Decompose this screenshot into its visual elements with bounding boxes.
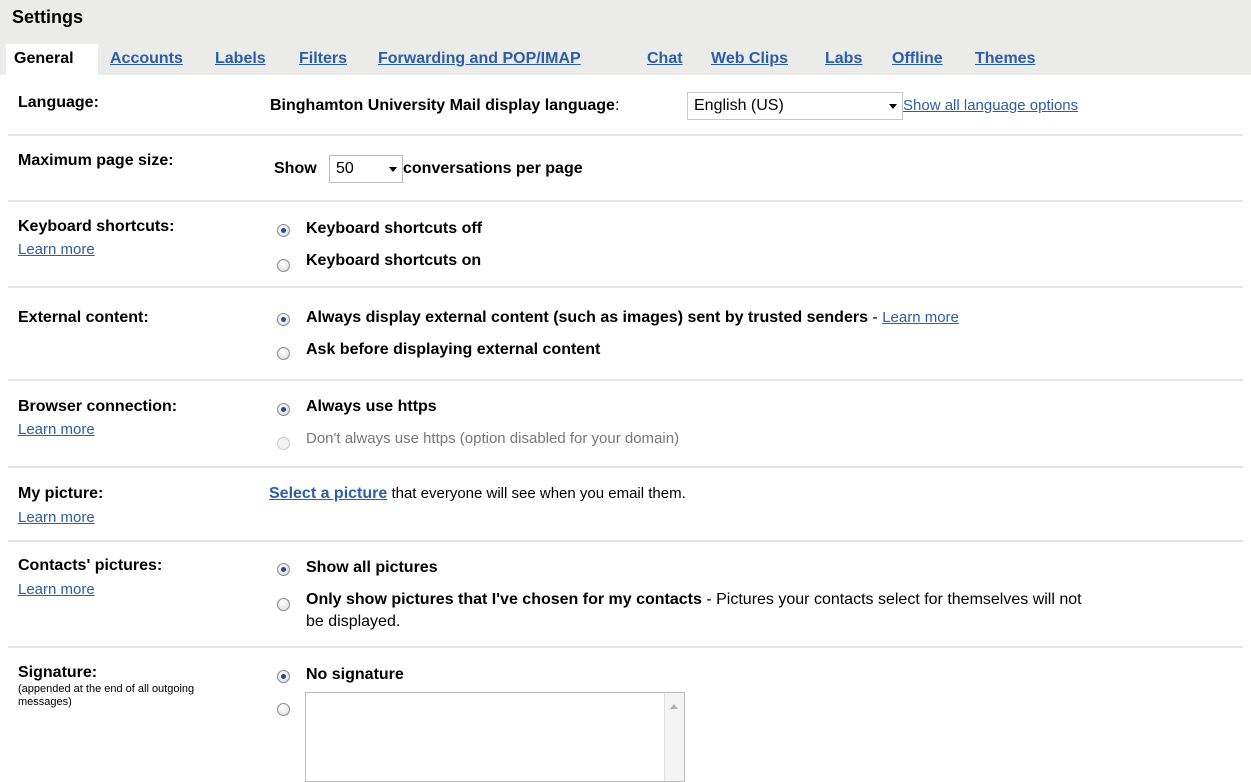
tab-labs[interactable]: Labs [825, 44, 862, 75]
language-select[interactable]: English (US) [687, 92, 903, 120]
show-all-language-options-link[interactable]: Show all language options [903, 97, 1078, 114]
browser-connection-row: Browser connection: Learn more Always us… [8, 381, 1243, 468]
tab-general[interactable]: General [6, 44, 98, 75]
no-signature-radio[interactable] [277, 670, 290, 683]
keyboard-learn-more-link[interactable]: Learn more [18, 241, 95, 258]
tab-labels[interactable]: Labels [215, 44, 266, 75]
external-always-label: Always display external content (such as… [306, 309, 959, 326]
keyboard-shortcuts-row: Keyboard shortcuts: Learn more Keyboard … [8, 202, 1243, 288]
always-https-radio[interactable] [277, 403, 290, 416]
keyboard-shortcuts-on-radio[interactable] [277, 259, 290, 272]
no-https-radio [277, 437, 290, 450]
show-text: Show [274, 160, 317, 177]
contacts-learn-more-link[interactable]: Learn more [18, 581, 95, 598]
conversations-per-page-text: conversations per page [403, 160, 583, 177]
browser-learn-more-link[interactable]: Learn more [18, 421, 95, 438]
external-always-radio[interactable] [277, 313, 290, 326]
keyboard-shortcuts-label: Keyboard shortcuts: [18, 218, 175, 235]
select-picture-link[interactable]: Select a picture [269, 485, 387, 502]
contacts-pictures-row: Contacts' pictures: Learn more Show all … [8, 542, 1243, 648]
show-all-pictures-label: Show all pictures [306, 559, 438, 576]
select-picture-text: Select a picture that everyone will see … [269, 485, 686, 502]
tab-accounts[interactable]: Accounts [110, 44, 183, 75]
tab-offline[interactable]: Offline [892, 44, 943, 75]
chosen-pictures-label: Only show pictures that I've chosen for … [306, 591, 1082, 608]
custom-signature-radio[interactable] [277, 703, 290, 716]
my-picture-label: My picture: [18, 485, 104, 502]
external-ask-radio[interactable] [277, 347, 290, 360]
keyboard-shortcuts-off-radio[interactable] [277, 224, 290, 237]
page-size-label: Maximum page size: [18, 152, 174, 169]
tab-filters[interactable]: Filters [299, 44, 347, 75]
chevron-down-icon [889, 104, 897, 109]
browser-connection-label: Browser connection: [18, 398, 178, 415]
keyboard-shortcuts-off-label: Keyboard shortcuts off [306, 220, 483, 237]
always-https-label: Always use https [306, 398, 437, 415]
my-picture-row: My picture: Learn more Select a picture … [8, 468, 1243, 542]
external-learn-more-link[interactable]: Learn more [882, 309, 959, 326]
language-label: Language: [18, 94, 99, 111]
tab-themes[interactable]: Themes [975, 44, 1035, 75]
external-content-label: External content: [18, 309, 149, 326]
tab-web-clips[interactable]: Web Clips [711, 44, 788, 75]
external-content-row: External content: Always display externa… [8, 288, 1243, 381]
settings-header: Settings General Accounts Labels Filters… [0, 0, 1251, 75]
no-https-label: Don't always use https (option disabled … [306, 430, 680, 447]
signature-row: Signature: (appended at the end of all o… [8, 648, 1243, 782]
keyboard-shortcuts-on-label: Keyboard shortcuts on [306, 252, 482, 269]
no-signature-label: No signature [306, 666, 404, 683]
settings-tabs: General Accounts Labels Filters Forwardi… [0, 44, 1251, 75]
contacts-pictures-label: Contacts' pictures: [18, 557, 163, 574]
signature-sublabel: (appended at the end of all outgoing mes… [18, 683, 195, 708]
picture-learn-more-link[interactable]: Learn more [18, 509, 95, 526]
language-row: Language: Binghamton University Mail dis… [8, 75, 1243, 136]
scroll-up-arrow-icon[interactable] [670, 704, 678, 709]
page-size-row: Maximum page size: Show 50 conversations… [8, 136, 1243, 202]
tab-chat[interactable]: Chat [647, 44, 683, 75]
chevron-down-icon [389, 167, 397, 172]
page-title: Settings [12, 7, 84, 27]
signature-label: Signature: [18, 664, 98, 681]
display-language-prompt: Binghamton University Mail display langu… [270, 97, 620, 114]
show-all-pictures-radio[interactable] [277, 563, 290, 576]
external-ask-label: Ask before displaying external content [306, 341, 601, 358]
signature-textarea[interactable] [305, 692, 685, 782]
chosen-pictures-radio[interactable] [277, 598, 290, 611]
tab-forwarding-pop-imap[interactable]: Forwarding and POP/IMAP [378, 44, 581, 75]
chosen-pictures-note: be displayed. [306, 613, 401, 630]
page-size-select[interactable]: 50 [329, 155, 403, 183]
